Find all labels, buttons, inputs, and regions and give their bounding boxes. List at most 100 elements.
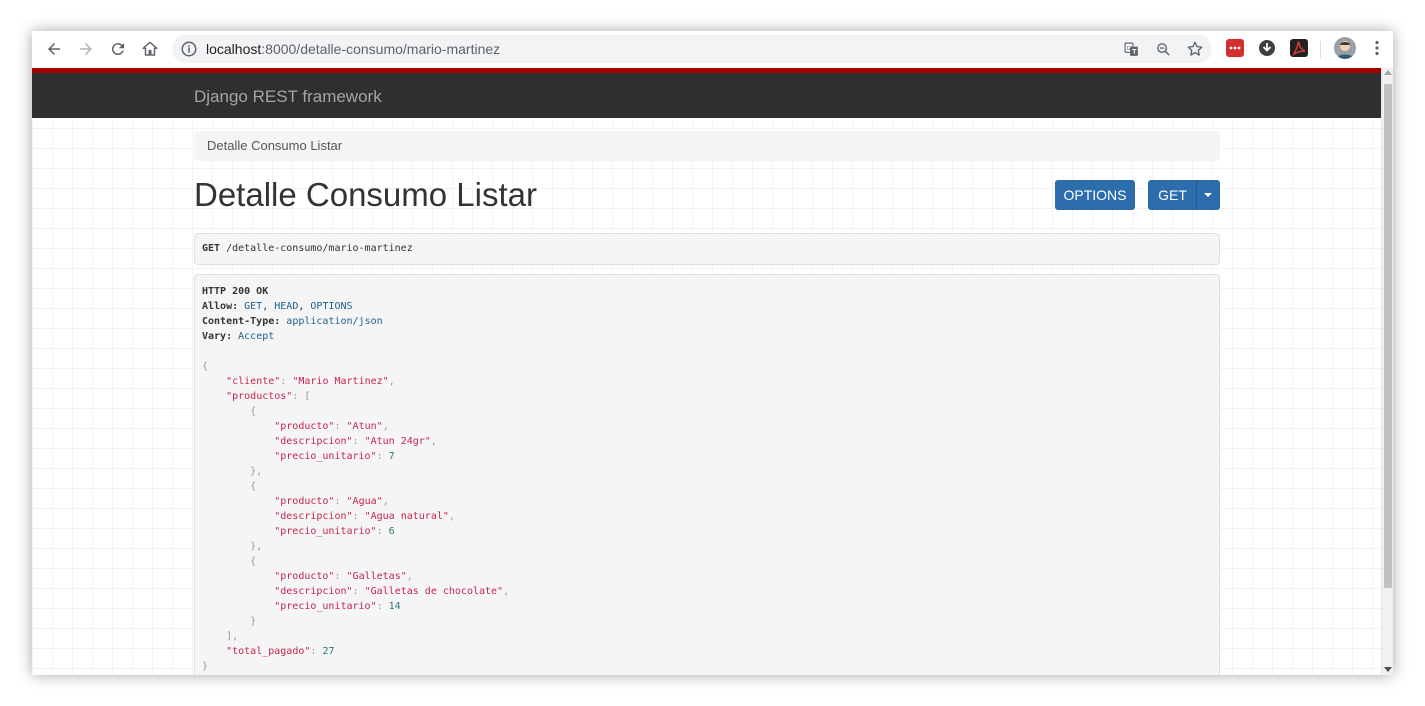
scrollbar-thumb[interactable] [1384,84,1392,588]
vary-header-line: Vary: Accept [202,329,509,344]
forward-arrow-icon[interactable] [74,37,98,61]
content-type-label: Content-Type: [202,316,281,327]
json-key: "producto" [274,571,335,582]
url-path: :8000/detalle-consumo/mario-martinez [261,41,501,57]
json-value: 6 [388,526,395,537]
lastpass-icon[interactable] [1226,39,1244,57]
url-host: localhost [206,41,262,57]
star-icon[interactable] [1186,40,1204,58]
navbar-brand[interactable]: Django REST framework [194,87,382,107]
json-key: "precio_unitario" [274,526,377,537]
json-line: }, [202,466,263,477]
json-line: }, [202,541,263,552]
json-value: Agua [352,496,377,507]
json-value: Atun 24gr [370,436,425,447]
get-format-dropdown-button[interactable] [1196,180,1220,210]
content-type-value: application/json [280,316,383,327]
avatar-icon[interactable] [1334,37,1356,59]
json-line: "precio_unitario": 14 [274,601,401,612]
zoom-icon[interactable] [1154,40,1172,58]
json-value: 27 [322,646,335,657]
json-key: "producto" [274,496,335,507]
download-icon[interactable] [1258,39,1276,57]
get-button[interactable]: GET [1148,180,1197,210]
json-key: "cliente" [226,376,281,387]
info-icon[interactable] [180,40,198,58]
svg-text:G: G [1126,46,1130,52]
json-value: 14 [388,601,401,612]
allow-value: GET [238,301,263,312]
json-value: Agua natural [370,511,443,522]
json-key: "precio_unitario" [274,601,377,612]
breadcrumb: Detalle Consumo Listar [194,131,1220,161]
json-line: ], [202,631,239,642]
content-type-header-line: Content-Type: application/json [202,314,509,329]
json-line: "precio_unitario": 7 [274,451,395,462]
response-status-line: HTTP 200 OK [202,284,509,299]
json-line: } [202,616,257,627]
json-value: 7 [388,451,395,462]
allow-sep: , [262,301,275,312]
browser-window: localhost:8000/detalle-consumo/mario-mar… [32,31,1393,675]
json-line: "productos": [ [226,391,311,402]
toolbar-separator [1320,41,1321,59]
scroll-down-arrow-icon[interactable] [1384,667,1392,672]
allow-value: OPTIONS [310,301,353,312]
address-bar[interactable]: localhost:8000/detalle-consumo/mario-mar… [172,35,1212,63]
kebab-menu-icon[interactable] [1368,39,1386,57]
json-line: "producto": "Galletas", [274,571,413,582]
allow-header-line: Allow: GET, HEAD, OPTIONS [202,299,509,314]
request-method: GET [202,243,221,254]
browser-toolbar: localhost:8000/detalle-consumo/mario-mar… [32,31,1393,69]
json-line: { [202,406,257,417]
home-icon[interactable] [138,37,162,61]
json-value: Atun [352,421,377,432]
page-viewport: Django REST framework Detalle Consumo Li… [32,68,1381,675]
json-line: } [202,661,209,672]
response-info: HTTP 200 OK Allow: GET, HEAD, OPTIONS Co… [194,274,1220,675]
json-line: "producto": "Agua", [274,496,389,507]
response-status: HTTP 200 OK [202,286,269,297]
breadcrumb-item[interactable]: Detalle Consumo Listar [207,138,342,153]
json-value: Galletas de chocolate [370,586,498,597]
page-title: Detalle Consumo Listar [194,176,537,213]
json-line: "producto": "Atun", [274,421,389,432]
json-value: Galletas [352,571,401,582]
json-line: "cliente": "Mario Martinez", [226,376,395,387]
json-key: "descripcion" [274,586,353,597]
vertical-scrollbar[interactable] [1381,68,1393,675]
json-line: "descripcion": "Agua natural", [274,511,455,522]
json-line: { [202,481,257,492]
request-line: GET /detalle-consumo/mario-martinez [202,243,413,254]
json-line: "precio_unitario": 6 [274,526,395,537]
json-key: "total_pagado" [226,646,311,657]
back-arrow-icon[interactable] [42,37,66,61]
json-value: Mario Martinez [298,376,383,387]
json-line: { [202,361,209,372]
json-line: "descripcion": "Atun 24gr", [274,436,437,447]
json-key: "precio_unitario" [274,451,377,462]
options-button[interactable]: OPTIONS [1055,180,1135,210]
request-info: GET /detalle-consumo/mario-martinez [194,233,1220,265]
translate-icon[interactable]: G [1122,40,1140,58]
vary-value: Accept [232,331,275,342]
allow-sep: , [298,301,311,312]
acrobat-icon[interactable] [1290,39,1308,57]
allow-value: HEAD [274,301,299,312]
json-key: "descripcion" [274,436,353,447]
json-line: "total_pagado": 27 [226,646,335,657]
allow-label: Allow: [202,301,239,312]
reload-icon[interactable] [106,37,130,61]
scroll-up-arrow-icon[interactable] [1384,70,1392,75]
json-line: "descripcion": "Galletas de chocolate", [274,586,510,597]
response-content: HTTP 200 OK Allow: GET, HEAD, OPTIONS Co… [202,284,509,674]
json-key: "descripcion" [274,511,353,522]
json-line: { [202,556,257,567]
url-text[interactable]: localhost:8000/detalle-consumo/mario-mar… [206,41,500,57]
chevron-down-icon [1204,193,1212,197]
json-key: "productos" [226,391,293,402]
json-key: "producto" [274,421,335,432]
request-path: /detalle-consumo/mario-martinez [220,243,413,254]
vary-label: Vary: [202,331,233,342]
